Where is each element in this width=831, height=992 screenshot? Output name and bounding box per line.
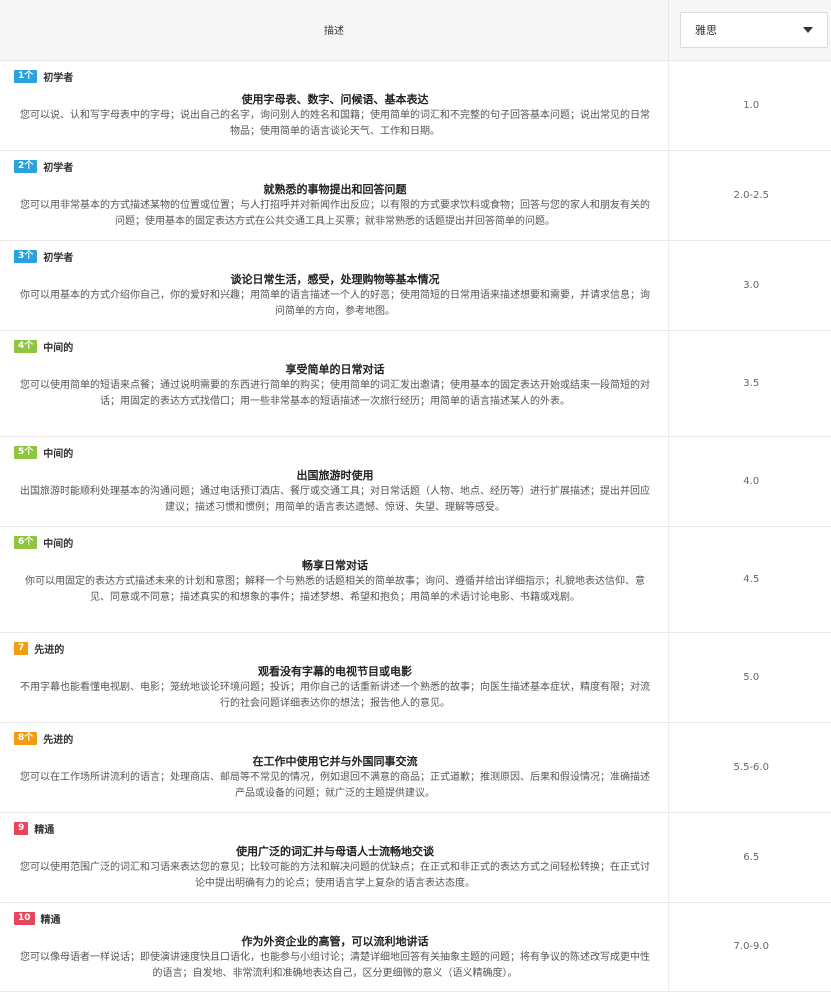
level-heading: 1个 初学者 <box>14 70 656 84</box>
level-heading: 6个 中间的 <box>14 536 656 550</box>
level-text: 您可以像母语者一样说话；即使演讲速度快且口语化，也能参与小组讨论；清楚详细地回答… <box>14 950 656 982</box>
level-badge: 3个 <box>14 250 37 263</box>
level-text: 不用字幕也能看懂电视剧、电影；笼统地谈论环境问题；投诉；用你自己的话重新讲述一个… <box>14 680 656 712</box>
chevron-down-icon <box>803 27 813 33</box>
description-cell: 4个 中间的 享受简单的日常对话 您可以使用简单的短语来点餐；通过说明需要的东西… <box>0 330 669 436</box>
level-heading: 4个 中间的 <box>14 340 656 354</box>
level-title: 畅享日常对话 <box>14 559 656 573</box>
level-badge: 9 <box>14 822 28 835</box>
level-name: 精通 <box>41 911 61 926</box>
level-badge: 1个 <box>14 70 37 83</box>
level-title: 观看没有字幕的电视节目或电影 <box>14 665 656 679</box>
level-title: 谈论日常生活，感受，处理购物等基本情况 <box>14 273 656 287</box>
level-badge: 10 <box>14 912 35 925</box>
score-cell: 5.5-6.0 <box>669 722 831 812</box>
score-header: 雅思 <box>669 0 831 60</box>
description-cell: 3个 初学者 谈论日常生活，感受，处理购物等基本情况 你可以用基本的方式介绍你自… <box>0 240 669 330</box>
level-heading: 7 先进的 <box>14 642 656 656</box>
level-name: 中间的 <box>43 339 73 354</box>
description-cell: 9 精通 使用广泛的词汇并与母语人士流畅地交谈 您可以使用范围广泛的词汇和习语来… <box>0 812 669 902</box>
level-title: 使用广泛的词汇并与母语人士流畅地交谈 <box>14 845 656 859</box>
level-badge: 2个 <box>14 160 37 173</box>
level-title: 就熟悉的事物提出和回答问题 <box>14 183 656 197</box>
description-cell: 1个 初学者 使用字母表、数字、问候语、基本表达 您可以说、认和写字母表中的字母… <box>0 60 669 150</box>
table-header: 描述 雅思 <box>0 0 831 60</box>
level-heading: 5个 中间的 <box>14 446 656 460</box>
level-text: 出国旅游时能顺利处理基本的沟通问题；通过电话预订酒店、餐厅或交通工具；对日常话题… <box>14 484 656 516</box>
description-cell: 10 精通 作为外资企业的高管，可以流利地讲话 您可以像母语者一样说话；即使演讲… <box>0 902 669 991</box>
score-cell: 3.0 <box>669 240 831 330</box>
level-badge: 8个 <box>14 732 37 745</box>
level-heading: 3个 初学者 <box>14 250 656 264</box>
level-text: 您可以用非常基本的方式描述某物的位置或位置；与人打招呼并对新闻作出反应；以有限的… <box>14 198 656 230</box>
score-cell: 1.0 <box>669 60 831 150</box>
level-text: 您可以在工作场所讲流利的语言；处理商店、邮局等不常见的情况，例如退回不满意的商品… <box>14 770 656 802</box>
score-cell: 5.0 <box>669 632 831 722</box>
level-text: 你可以用基本的方式介绍你自己，你的爱好和兴趣；用简单的语言描述一个人的好恶；使用… <box>14 288 656 320</box>
level-name: 精通 <box>34 821 54 836</box>
level-title: 作为外资企业的高管，可以流利地讲话 <box>14 935 656 949</box>
table-row: 8个 先进的 在工作中使用它并与外国同事交流 您可以在工作场所讲流利的语言；处理… <box>0 722 831 812</box>
level-title: 使用字母表、数字、问候语、基本表达 <box>14 93 656 107</box>
level-text: 您可以说、认和写字母表中的字母；说出自己的名字，询问别人的姓名和国籍；使用简单的… <box>14 108 656 140</box>
level-heading: 8个 先进的 <box>14 732 656 746</box>
level-badge: 4个 <box>14 340 37 353</box>
score-cell: 2.0-2.5 <box>669 150 831 240</box>
score-cell: 6.5 <box>669 812 831 902</box>
level-heading: 10 精通 <box>14 912 656 926</box>
level-name: 中间的 <box>43 445 73 460</box>
level-title: 享受简单的日常对话 <box>14 363 656 377</box>
level-text: 你可以用固定的表达方式描述未来的计划和意图；解释一个与熟悉的话题相关的简单故事；… <box>14 574 656 606</box>
level-table: 描述 雅思 1个 初学者 使用字母表、数字、问候语、基本表达 您可以说、认和写字… <box>0 0 831 992</box>
level-name: 初学者 <box>43 69 73 84</box>
score-cell: 4.5 <box>669 526 831 632</box>
description-cell: 8个 先进的 在工作中使用它并与外国同事交流 您可以在工作场所讲流利的语言；处理… <box>0 722 669 812</box>
level-name: 初学者 <box>43 249 73 264</box>
table-row: 10 精通 作为外资企业的高管，可以流利地讲话 您可以像母语者一样说话；即使演讲… <box>0 902 831 991</box>
level-name: 先进的 <box>43 731 73 746</box>
description-cell: 5个 中间的 出国旅游时使用 出国旅游时能顺利处理基本的沟通问题；通过电话预订酒… <box>0 436 669 526</box>
level-badge: 5个 <box>14 446 37 459</box>
level-name: 初学者 <box>43 159 73 174</box>
level-heading: 2个 初学者 <box>14 160 656 174</box>
table-row: 9 精通 使用广泛的词汇并与母语人士流畅地交谈 您可以使用范围广泛的词汇和习语来… <box>0 812 831 902</box>
table-row: 7 先进的 观看没有字幕的电视节目或电影 不用字幕也能看懂电视剧、电影；笼统地谈… <box>0 632 831 722</box>
table-row: 3个 初学者 谈论日常生活，感受，处理购物等基本情况 你可以用基本的方式介绍你自… <box>0 240 831 330</box>
table-row: 6个 中间的 畅享日常对话 你可以用固定的表达方式描述未来的计划和意图；解释一个… <box>0 526 831 632</box>
level-heading: 9 精通 <box>14 822 656 836</box>
description-cell: 6个 中间的 畅享日常对话 你可以用固定的表达方式描述未来的计划和意图；解释一个… <box>0 526 669 632</box>
score-cell: 4.0 <box>669 436 831 526</box>
table-row: 1个 初学者 使用字母表、数字、问候语、基本表达 您可以说、认和写字母表中的字母… <box>0 60 831 150</box>
description-cell: 2个 初学者 就熟悉的事物提出和回答问题 您可以用非常基本的方式描述某物的位置或… <box>0 150 669 240</box>
table-row: 4个 中间的 享受简单的日常对话 您可以使用简单的短语来点餐；通过说明需要的东西… <box>0 330 831 436</box>
level-name: 先进的 <box>34 641 64 656</box>
level-title: 出国旅游时使用 <box>14 469 656 483</box>
level-text: 您可以使用范围广泛的词汇和习语来表达您的意见；比较可能的方法和解决问题的优缺点；… <box>14 860 656 892</box>
table-row: 5个 中间的 出国旅游时使用 出国旅游时能顺利处理基本的沟通问题；通过电话预订酒… <box>0 436 831 526</box>
table-row: 2个 初学者 就熟悉的事物提出和回答问题 您可以用非常基本的方式描述某物的位置或… <box>0 150 831 240</box>
level-text: 您可以使用简单的短语来点餐；通过说明需要的东西进行简单的购买；使用简单的词汇发出… <box>14 378 656 410</box>
score-cell: 3.5 <box>669 330 831 436</box>
level-title: 在工作中使用它并与外国同事交流 <box>14 755 656 769</box>
description-header: 描述 <box>0 0 669 60</box>
level-badge: 6个 <box>14 536 37 549</box>
level-name: 中间的 <box>43 535 73 550</box>
exam-select[interactable]: 雅思 <box>680 12 828 48</box>
description-cell: 7 先进的 观看没有字幕的电视节目或电影 不用字幕也能看懂电视剧、电影；笼统地谈… <box>0 632 669 722</box>
exam-select-value: 雅思 <box>695 22 717 38</box>
level-badge: 7 <box>14 642 28 655</box>
score-cell: 7.0-9.0 <box>669 902 831 991</box>
